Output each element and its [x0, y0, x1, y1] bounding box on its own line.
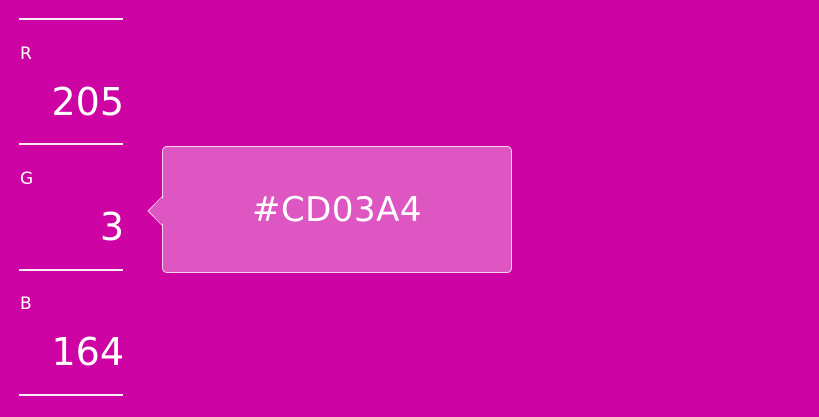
divider-g-b — [19, 269, 123, 271]
channel-g-value: 3 — [99, 205, 124, 249]
hex-tooltip: #CD03A4 — [147, 146, 512, 273]
channel-r-label: R — [20, 44, 32, 64]
divider-top — [19, 18, 123, 20]
divider-r-g — [19, 143, 123, 145]
channel-r-value: 205 — [51, 80, 124, 124]
channel-b-label: B — [20, 294, 32, 314]
divider-bottom — [19, 394, 123, 396]
hex-value-text: #CD03A4 — [251, 189, 423, 230]
channel-g-label: G — [20, 169, 34, 189]
channel-b-value: 164 — [51, 330, 124, 374]
color-channel-panel: R 205 G 3 B 164 #CD03A4 — [0, 0, 819, 417]
